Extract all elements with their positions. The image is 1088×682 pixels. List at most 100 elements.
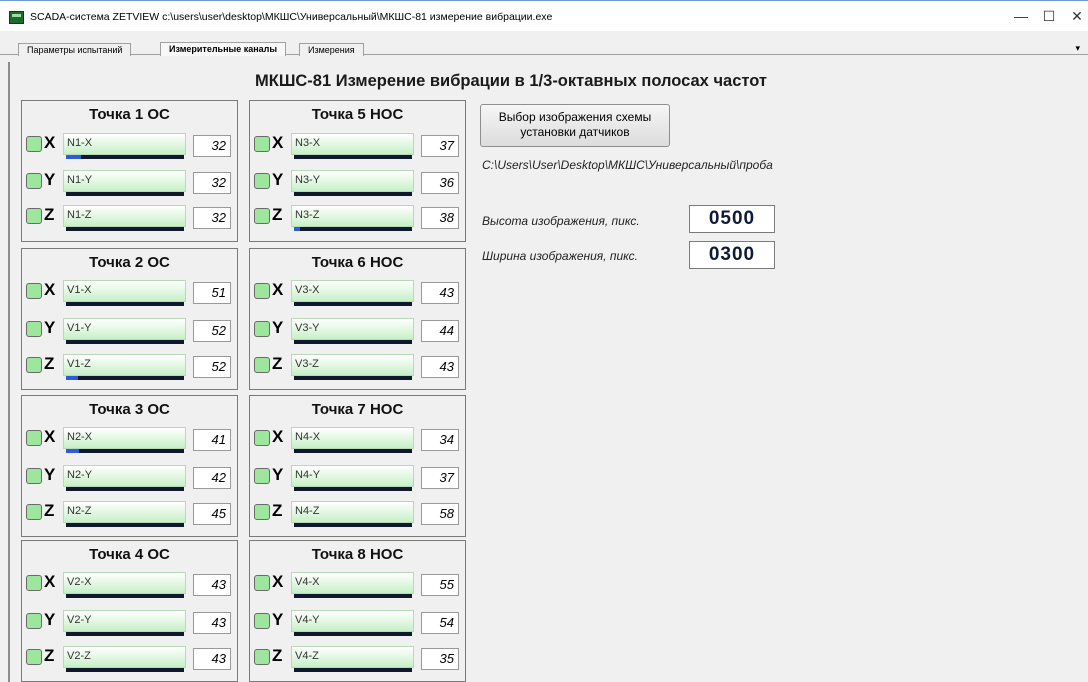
channel-status-indicator[interactable]: [254, 468, 270, 484]
axis-label: Z: [44, 501, 55, 520]
channel-name-button[interactable]: V4-X: [291, 572, 414, 594]
channel-level-bar: [294, 594, 412, 598]
channel-level-bar: [66, 192, 184, 196]
channel-level-bar: [66, 523, 184, 527]
channel-level-bar: [66, 594, 184, 598]
channel-name-button[interactable]: N1-Z: [63, 205, 186, 227]
channel-level-fill: [66, 155, 81, 159]
axis-label: Y: [44, 465, 56, 484]
channel-name-button[interactable]: V1-X: [63, 280, 186, 302]
image-width-field[interactable]: 0300: [689, 241, 775, 269]
channel-row: Y V4-Y 54: [254, 609, 463, 637]
channel-value: 58: [421, 503, 459, 525]
channel-status-indicator[interactable]: [254, 136, 270, 152]
channel-row: Z V3-Z 43: [254, 353, 463, 381]
measurement-point-panel: Точка 4 ОС X V2-X 43 Y V2-Y 43 Z V2-Z 43: [21, 540, 238, 682]
channel-row: X N2-X 41: [26, 426, 235, 454]
tab-measurement-channels[interactable]: Измерительные каналы: [160, 42, 287, 56]
channel-row: Y N1-Y 32: [26, 169, 235, 197]
tab-strip: Параметры испытаний Измерительные каналы…: [0, 31, 1088, 56]
channel-value: 43: [193, 612, 231, 634]
channel-value: 43: [193, 574, 231, 596]
channel-status-indicator[interactable]: [26, 575, 42, 591]
channel-name-button[interactable]: N2-Z: [63, 501, 186, 523]
channel-status-indicator[interactable]: [254, 208, 270, 224]
channel-name-button[interactable]: N1-X: [63, 133, 186, 155]
channel-status-indicator[interactable]: [254, 504, 270, 520]
channel-status-indicator[interactable]: [26, 357, 42, 373]
channel-name-button[interactable]: V2-X: [63, 572, 186, 594]
channel-status-indicator[interactable]: [26, 504, 42, 520]
channel-name-button[interactable]: V3-X: [291, 280, 414, 302]
channel-name-button[interactable]: N3-Y: [291, 170, 414, 192]
channel-status-indicator[interactable]: [26, 649, 42, 665]
channel-status-indicator[interactable]: [26, 613, 42, 629]
channel-status-indicator[interactable]: [26, 430, 42, 446]
channel-name-button[interactable]: V4-Y: [291, 610, 414, 632]
channel-name-button[interactable]: N4-X: [291, 427, 414, 449]
axis-label: X: [272, 427, 284, 446]
channel-status-indicator[interactable]: [254, 173, 270, 189]
tab-test-parameters[interactable]: Параметры испытаний: [18, 43, 132, 56]
close-button[interactable]: ✕: [1062, 5, 1088, 27]
axis-label: X: [272, 133, 284, 152]
channel-row: Y N3-Y 36: [254, 169, 463, 197]
channel-status-indicator[interactable]: [26, 321, 42, 337]
channel-status-indicator[interactable]: [254, 321, 270, 337]
channel-status-indicator[interactable]: [254, 575, 270, 591]
select-image-button[interactable]: Выбор изображения схемы установки датчик…: [480, 104, 670, 147]
channel-status-indicator[interactable]: [26, 468, 42, 484]
channel-name-button[interactable]: V4-Z: [291, 646, 414, 668]
channel-value: 32: [193, 172, 231, 194]
channel-name-button[interactable]: V2-Y: [63, 610, 186, 632]
channel-status-indicator[interactable]: [254, 357, 270, 373]
axis-label: Z: [44, 646, 55, 665]
channel-status-indicator[interactable]: [254, 613, 270, 629]
axis-label: Z: [272, 205, 283, 224]
measurement-point-panel: Точка 8 НОС X V4-X 55 Y V4-Y 54 Z V4-Z 35: [249, 540, 466, 682]
image-path: C:\Users\User\Desktop\МКШС\Универсальный…: [482, 158, 773, 172]
channel-value: 51: [193, 282, 231, 304]
channel-level-bar: [294, 632, 412, 636]
channel-value: 55: [421, 574, 459, 596]
channel-status-indicator[interactable]: [254, 649, 270, 665]
channel-row: Z V1-Z 52: [26, 353, 235, 381]
minimize-button[interactable]: —: [1006, 5, 1036, 27]
channel-name-button[interactable]: V1-Y: [63, 318, 186, 340]
channel-level-bar: [66, 227, 184, 231]
channel-name-button[interactable]: N3-X: [291, 133, 414, 155]
channel-row: Y V3-Y 44: [254, 317, 463, 345]
channel-name-button[interactable]: N4-Z: [291, 501, 414, 523]
channel-row: Y V1-Y 52: [26, 317, 235, 345]
channel-name-button[interactable]: V2-Z: [63, 646, 186, 668]
channel-status-indicator[interactable]: [26, 208, 42, 224]
channel-status-indicator[interactable]: [254, 283, 270, 299]
channel-level-fill: [294, 227, 300, 231]
channel-name-button[interactable]: N2-Y: [63, 465, 186, 487]
channel-name-button[interactable]: N1-Y: [63, 170, 186, 192]
channel-name-button[interactable]: V3-Z: [291, 354, 414, 376]
axis-label: X: [272, 572, 284, 591]
axis-label: Y: [272, 170, 284, 189]
tab-menu-arrow-icon[interactable]: ▾: [1075, 43, 1080, 54]
measurement-point-panel: Точка 3 ОС X N2-X 41 Y N2-Y 42 Z N2-Z 45: [21, 395, 238, 537]
channel-level-bar: [294, 155, 412, 159]
measurement-point-title: Точка 1 ОС: [89, 106, 170, 123]
axis-label: Y: [272, 610, 284, 629]
axis-label: X: [44, 280, 56, 299]
channel-status-indicator[interactable]: [26, 283, 42, 299]
channel-name-button[interactable]: N3-Z: [291, 205, 414, 227]
channel-value: 43: [193, 648, 231, 670]
channel-name-button[interactable]: V1-Z: [63, 354, 186, 376]
maximize-button[interactable]: ☐: [1034, 5, 1064, 27]
channel-status-indicator[interactable]: [26, 173, 42, 189]
image-height-field[interactable]: 0500: [689, 205, 775, 233]
tab-measurements[interactable]: Измерения: [299, 43, 364, 56]
image-height-label: Высота изображения, пикс.: [482, 214, 640, 228]
channel-status-indicator[interactable]: [26, 136, 42, 152]
channel-name-button[interactable]: N4-Y: [291, 465, 414, 487]
channel-row: Y N4-Y 37: [254, 464, 463, 492]
channel-name-button[interactable]: V3-Y: [291, 318, 414, 340]
channel-status-indicator[interactable]: [254, 430, 270, 446]
channel-name-button[interactable]: N2-X: [63, 427, 186, 449]
